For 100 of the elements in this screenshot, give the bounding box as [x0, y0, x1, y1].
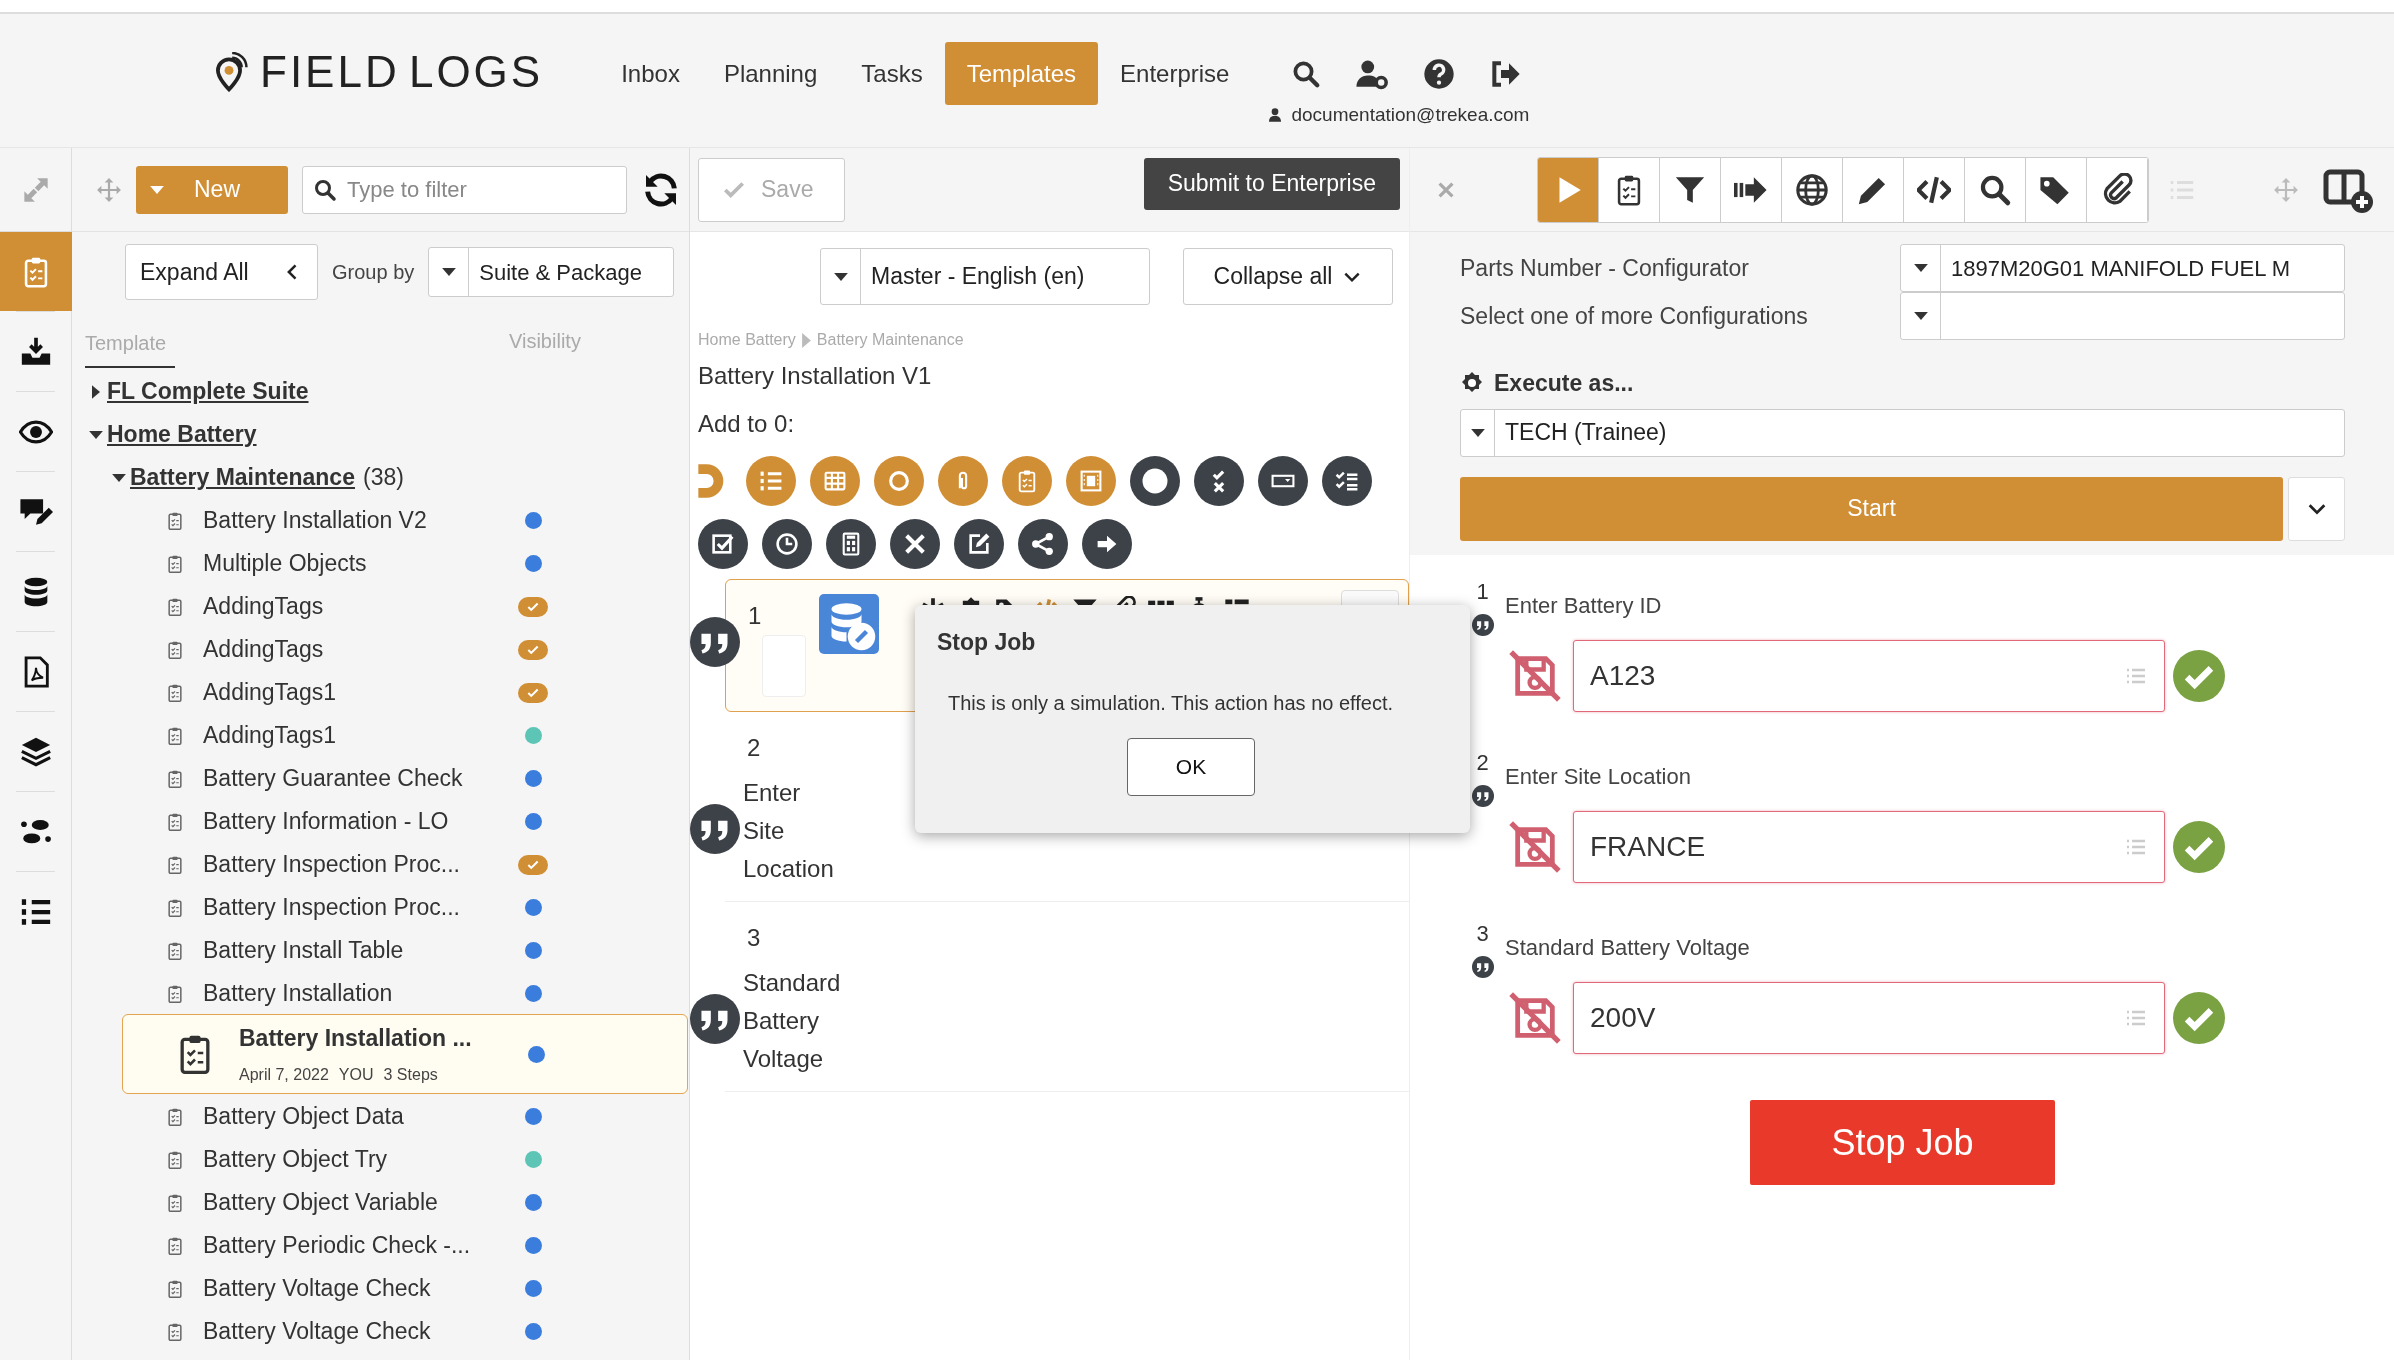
user-email: documentation@trekea.com: [1291, 103, 1530, 127]
step-label: Standard Battery Voltage: [743, 968, 842, 1074]
template-item[interactable]: Battery Installation ... April 7, 2022 YOU 3 Steps: [122, 1014, 688, 1094]
clock-icon[interactable]: [762, 519, 812, 569]
circle-icon[interactable]: [874, 456, 924, 506]
nav-tab[interactable]: Inbox: [599, 42, 702, 105]
ok-button[interactable]: OK: [1127, 737, 1255, 796]
column-header: Template: [85, 328, 175, 368]
template-title: Battery Installation V1: [697, 361, 933, 391]
checkbox-icon[interactable]: [698, 519, 748, 569]
nav-tab[interactable]: Tasks: [839, 42, 945, 105]
template-item[interactable]: Battery Object Variable: [72, 1181, 689, 1224]
caret-icon[interactable]: [92, 384, 100, 399]
template-item[interactable]: Battery Voltage Check: [72, 1267, 689, 1310]
template-item[interactable]: Battery Periodic Check -...: [72, 1224, 689, 1267]
collapse-all-button[interactable]: Collapse all: [1183, 248, 1393, 305]
template-item[interactable]: Battery Object Try: [72, 1138, 689, 1181]
dialog-title: Stop Job: [937, 628, 1037, 657]
search-icon: [313, 177, 337, 202]
step-number: 1: [1476, 578, 1489, 606]
config-label: Select one of more Configurations: [1460, 301, 1809, 331]
checklist-icon[interactable]: [1322, 456, 1372, 506]
template-author: YOU: [338, 1066, 374, 1084]
step-label: Enter Battery ID: [1505, 592, 1663, 620]
template-item[interactable]: Battery Installation: [72, 972, 689, 1015]
clipboard-icon: [165, 1235, 185, 1256]
clipboard-icon[interactable]: [1002, 456, 1052, 506]
database-link-icon[interactable]: [819, 594, 879, 654]
clipboard-icon: [165, 682, 185, 703]
clipboard-icon: [165, 811, 185, 832]
template-item[interactable]: Battery Inspection Proc...: [72, 843, 689, 886]
clipboard-icon: [165, 510, 185, 531]
breadcrumb-arrow-icon: [801, 332, 811, 348]
template-item[interactable]: Multiple Objects: [72, 542, 689, 585]
user-icon: [1267, 107, 1284, 124]
template-item[interactable]: AddingTags: [72, 585, 689, 628]
template-item[interactable]: Battery Object Data: [72, 1095, 689, 1138]
template-item[interactable]: AddingTags1: [72, 714, 689, 757]
role-select[interactable]: TECH (Trainee): [1460, 408, 2345, 457]
help-icon[interactable]: [1423, 57, 1456, 90]
step-number: 3: [747, 923, 761, 953]
step-number: 1: [748, 601, 762, 631]
calculator-icon[interactable]: [826, 519, 876, 569]
film-icon[interactable]: [1066, 456, 1116, 506]
dialog-message: This is only a simulation. This action has no effect.: [947, 690, 1395, 716]
input-field[interactable]: 200V: [1573, 982, 2165, 1054]
clipboard-icon: [165, 725, 185, 746]
template-item[interactable]: AddingTags1: [72, 671, 689, 714]
add-label: Add to 0:: [697, 409, 796, 439]
tree-node-link[interactable]: Battery Maintenance: [130, 460, 355, 495]
group-by-select[interactable]: Suite & Package: [428, 247, 675, 297]
input-field[interactable]: A123: [1573, 640, 2165, 712]
stop-job-button[interactable]: Stop Job: [1750, 1100, 2055, 1185]
dropdown-icon[interactable]: [1258, 456, 1308, 506]
nav-tab[interactable]: Enterprise: [1098, 42, 1252, 105]
template-item[interactable]: Battery Inspection Proc...: [72, 886, 689, 929]
template-item[interactable]: Battery Information - LO: [72, 800, 689, 843]
template-item[interactable]: Battery Installation V2: [72, 499, 689, 542]
clipboard-icon: [165, 1192, 185, 1213]
step-number: 3: [1476, 920, 1489, 948]
execute-label: Execute as...: [1494, 369, 1634, 398]
step-label: Enter Site Location: [743, 778, 835, 884]
input-field[interactable]: FRANCE: [1573, 811, 2165, 883]
clipboard-icon: [165, 983, 185, 1004]
item-count: (38): [362, 463, 404, 493]
config-select[interactable]: 1897M20G01 MANIFOLD FUEL M: [1900, 244, 2345, 292]
filter-field[interactable]: Type to filter: [302, 165, 627, 214]
caret-icon[interactable]: [112, 473, 126, 482]
template-item[interactable]: AddingTags: [72, 628, 689, 671]
template-title: Battery Installation ...: [239, 1023, 473, 1053]
edit-icon[interactable]: [954, 519, 1004, 569]
tree-node-link[interactable]: Home Battery: [107, 417, 257, 452]
caret-icon: [1913, 264, 1928, 272]
template-item[interactable]: Battery Voltage Check: [72, 1310, 689, 1353]
language-select[interactable]: Master - English (en): [820, 248, 1150, 305]
clipboard-icon: [165, 1278, 185, 1299]
numbered-list-icon[interactable]: [746, 456, 796, 506]
arrow-right-icon[interactable]: [1082, 519, 1132, 569]
nav-tab[interactable]: Planning: [701, 42, 840, 105]
caret-icon[interactable]: [89, 430, 103, 439]
template-item[interactable]: Battery Install Table: [72, 929, 689, 972]
clipboard-icon: [165, 854, 185, 875]
tree-node-link[interactable]: FL Complete Suite: [107, 374, 309, 409]
caret-icon: [1913, 311, 1928, 320]
group-by-label: Group by: [332, 260, 415, 285]
check-cross-icon[interactable]: [1194, 456, 1244, 506]
share-icon[interactable]: [1018, 519, 1068, 569]
submit-button[interactable]: Submit to Enterprise: [1143, 157, 1400, 210]
table-icon[interactable]: [810, 456, 860, 506]
step-count: 3 Steps: [383, 1066, 438, 1084]
step-number: 2: [747, 733, 761, 763]
template-date: April 7, 2022: [239, 1066, 329, 1084]
logo-text: FIELD LOGS: [260, 50, 544, 94]
clipboard-icon: [165, 940, 185, 961]
caret-icon: [150, 185, 164, 194]
clipboard-icon: [165, 639, 185, 660]
template-item[interactable]: Battery Guarantee Check: [72, 757, 689, 800]
caret-icon: [1470, 428, 1485, 437]
expand-all-button[interactable]: Expand All: [125, 244, 318, 300]
caret-icon: [833, 272, 848, 281]
